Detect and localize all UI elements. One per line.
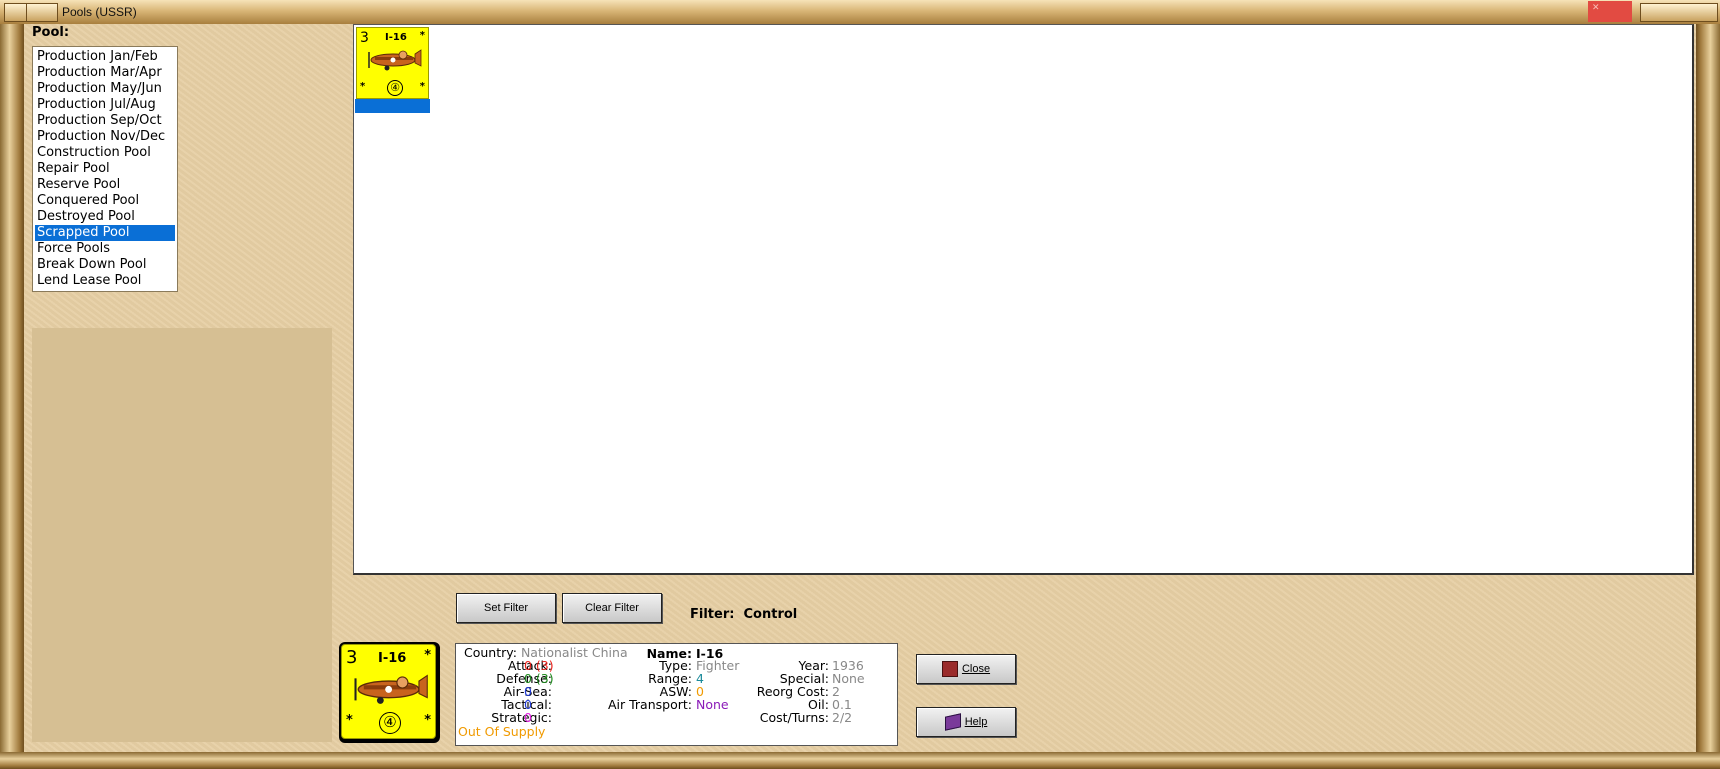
pool-list-item[interactable]: Reserve Pool	[35, 177, 175, 193]
large-fighter-plane-icon	[354, 674, 428, 704]
large-counter-star-top: *	[424, 648, 431, 663]
pool-list[interactable]: Production Jan/Feb Production Mar/Apr Prod…	[32, 46, 178, 292]
pool-label: Pool:	[32, 25, 70, 40]
system-menu-button[interactable]	[4, 3, 28, 22]
filter-status: Filter: Control	[690, 607, 797, 622]
pool-list-item[interactable]: Scrapped Pool	[35, 225, 175, 241]
exit-door-icon	[941, 661, 958, 678]
pool-list-item[interactable]: Production Mar/Apr	[35, 65, 175, 81]
pool-list-item[interactable]: Destroyed Pool	[35, 209, 175, 225]
pool-list-item[interactable]: Force Pools	[35, 241, 175, 257]
pool-list-item[interactable]: Break Down Pool	[35, 257, 175, 273]
clear-filter-button[interactable]: Clear Filter	[562, 593, 662, 623]
large-counter-star-bottom-right: *	[424, 713, 431, 728]
pool-list-item[interactable]: Production Nov/Dec	[35, 129, 175, 145]
window-frame-bottom	[0, 752, 1720, 769]
window-frame-right	[1696, 24, 1720, 769]
unit-details-panel: Country: Nationalist China Attack: 0 (3)…	[455, 643, 898, 746]
help-button[interactable]: Help	[916, 707, 1016, 737]
unit-counter-large: 3 I-16 * * ④ *	[341, 644, 436, 739]
counter-star-bottom-left: *	[360, 81, 366, 92]
large-counter-name: I-16	[378, 651, 407, 666]
counter-star-top: *	[419, 30, 425, 41]
pool-list-item[interactable]: Production Sep/Oct	[35, 113, 175, 129]
side-panel	[32, 328, 332, 742]
pool-list-item[interactable]: Production Jan/Feb	[35, 49, 175, 65]
unit-selection-bar[interactable]	[355, 99, 430, 113]
cost-turns-value: 2/2	[832, 710, 853, 725]
large-counter-strength: 3	[346, 647, 358, 668]
air-transport-label: Air Transport:	[607, 697, 692, 712]
title-bar: Pools (USSR) ✕	[0, 0, 1720, 25]
strategic-value: 0	[524, 710, 532, 725]
close-x-icon: ✕	[1592, 3, 1600, 13]
unit-counter-small[interactable]: 3 I-16 * * ④ *	[356, 27, 429, 99]
cost-turns-label: Cost/Turns:	[759, 710, 829, 725]
filter-label: Filter:	[690, 607, 735, 622]
pool-list-item[interactable]: Production May/Jun	[35, 81, 175, 97]
counter-movement: ④	[387, 80, 403, 96]
close-button[interactable]: Close	[916, 654, 1016, 684]
close-window-button[interactable]: ✕	[1588, 1, 1632, 22]
pool-list-item[interactable]: Lend Lease Pool	[35, 273, 175, 289]
large-counter-movement: ④	[379, 712, 401, 734]
maximize-button[interactable]	[1640, 3, 1718, 22]
filter-value: Control	[743, 607, 798, 622]
unit-display-area[interactable]	[353, 24, 1694, 575]
counter-star-bottom-right: *	[419, 81, 425, 92]
help-book-icon	[944, 713, 961, 731]
strategic-row: Strategic:	[491, 710, 552, 725]
window-frame-left	[0, 24, 24, 769]
air-transport-value: None	[696, 697, 729, 712]
supply-status: Out Of Supply	[458, 724, 546, 739]
window-title: Pools (USSR)	[62, 5, 137, 19]
pool-list-item[interactable]: Conquered Pool	[35, 193, 175, 209]
pool-list-item[interactable]: Production Jul/Aug	[35, 97, 175, 113]
set-filter-button[interactable]: Set Filter	[456, 593, 556, 623]
pool-list-item[interactable]: Repair Pool	[35, 161, 175, 177]
fighter-plane-icon	[368, 49, 422, 71]
counter-name: I-16	[385, 32, 407, 43]
minimize-button[interactable]	[26, 3, 58, 22]
pool-list-item[interactable]: Construction Pool	[35, 145, 175, 161]
large-counter-star-bottom-left: *	[346, 713, 353, 728]
